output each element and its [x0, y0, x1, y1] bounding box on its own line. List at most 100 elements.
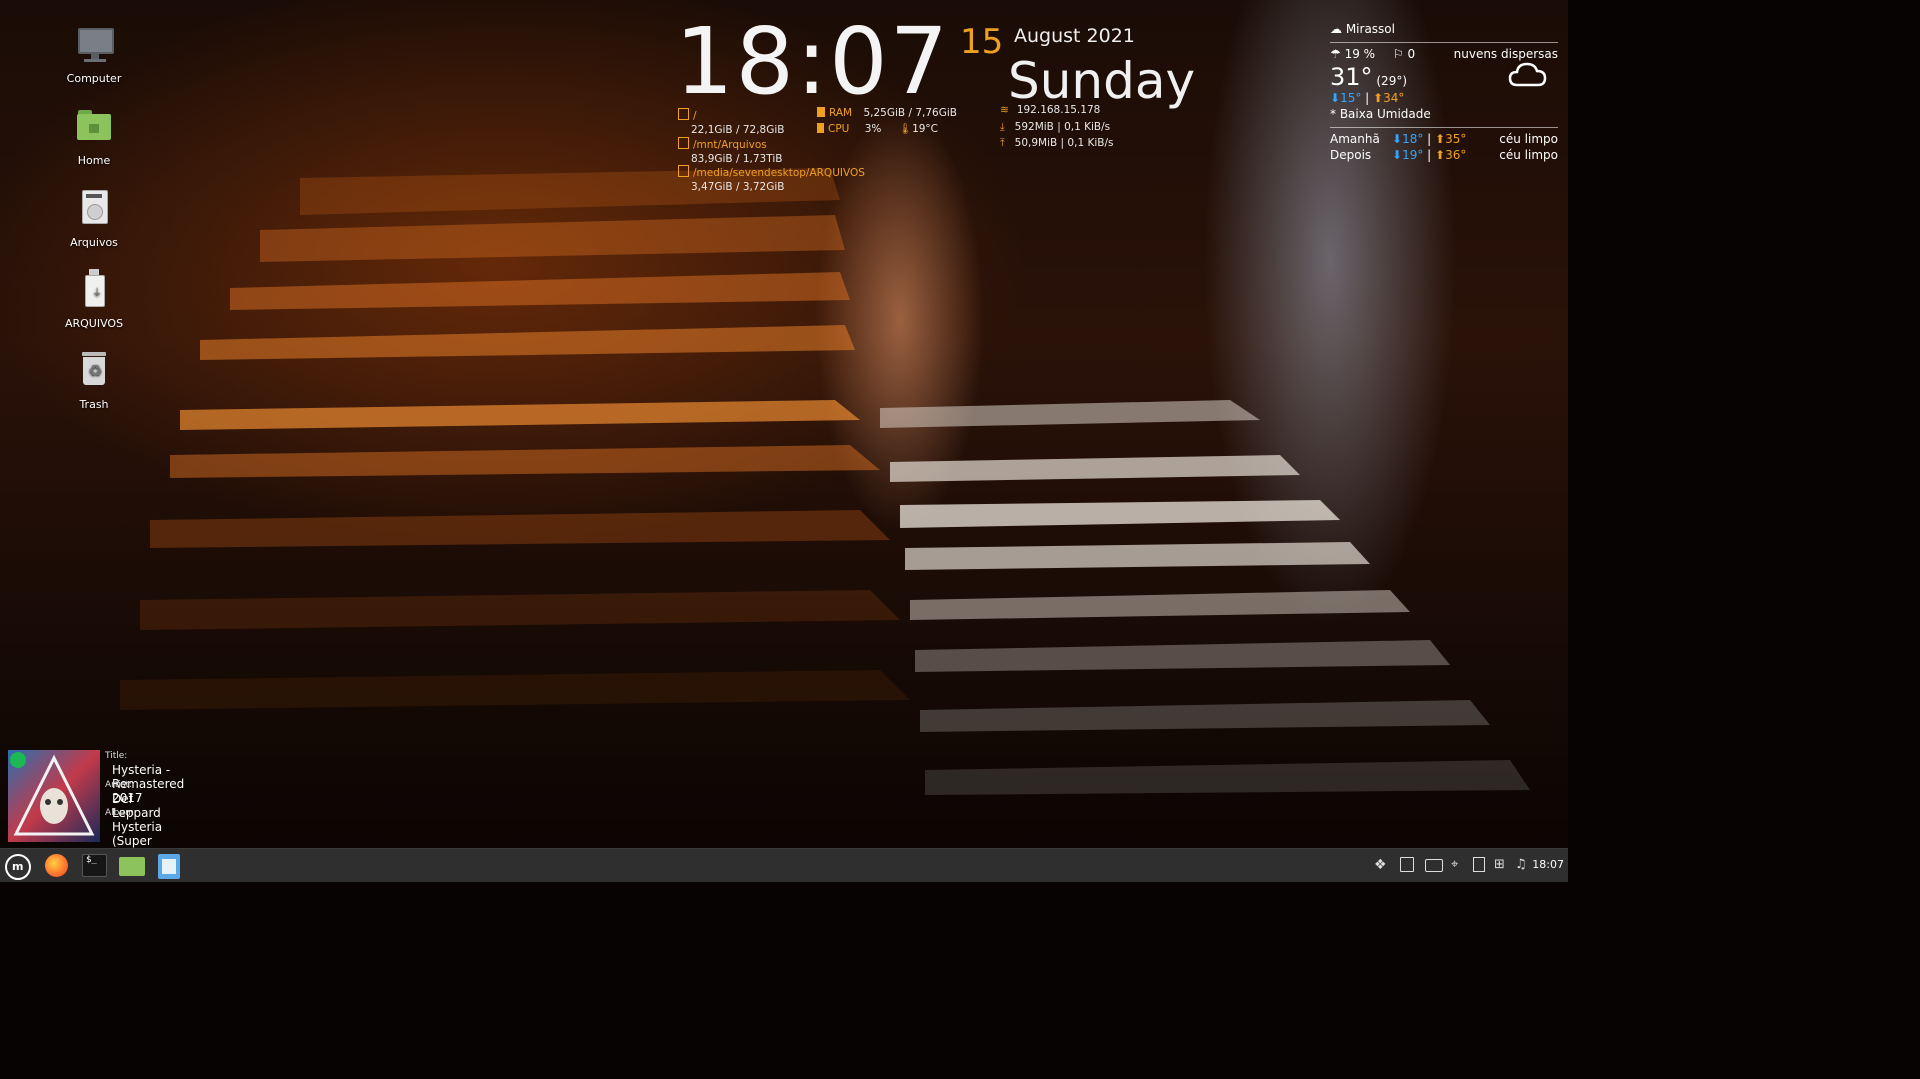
sound-icon[interactable]: ♫ [1515, 857, 1531, 873]
weather-note-row: * Baixa Umidade [1330, 107, 1558, 123]
display-icon[interactable] [1473, 857, 1489, 873]
weather-minmax-separator: | [1365, 91, 1370, 105]
forecast-row: Amanhã ⬇18° | ⬆35° céu limpo [1330, 132, 1558, 148]
max-arrow-icon: ⬆ [1373, 91, 1384, 105]
menu-icon: m [5, 854, 31, 880]
spotify-icon [10, 752, 26, 768]
disk-usage: 22,1GiB / 72,8GiB [691, 124, 785, 136]
terminal-icon: $_ [82, 854, 107, 877]
desktop-icon-label: ARQUIVOS [64, 317, 124, 330]
disk-media-arquivos: /media/sevendesktop/ARQUIVOS 3,47GiB / 3… [678, 165, 865, 194]
disk-path: /mnt/Arquivos [693, 139, 767, 151]
network-icon[interactable]: ⊞ [1494, 857, 1510, 873]
weather-feels-like: (29°) [1376, 74, 1408, 88]
album-art [8, 750, 100, 842]
weather-temp-row: 31° (29°) [1330, 62, 1558, 91]
music-title-label: Title: [105, 751, 128, 761]
weather-city-row: ☁ Mirassol [1330, 22, 1558, 38]
disk-usage: 3,47GiB / 3,72GiB [691, 181, 785, 193]
network-upload-row: ⤒ 50,9MiB | 0,1 KiB/s [1000, 136, 1113, 150]
disk-icon [678, 137, 689, 149]
clock-weekday: Sunday [1008, 52, 1196, 110]
desktop-icon-label: Home [77, 154, 111, 167]
wind-icon: ⚐ [1392, 47, 1404, 61]
forecast-day: Amanhã [1330, 132, 1380, 146]
max-arrow-icon: ⬆ [1435, 132, 1446, 146]
ram-row: RAM 5,25GiB / 7,76GiB [817, 106, 957, 120]
desktop-icon-arquivos-drive[interactable]: Arquivos [49, 188, 139, 249]
usb-drive-icon: ⏚ [72, 269, 116, 313]
forecast-separator: | [1427, 148, 1432, 162]
min-arrow-icon: ⬇ [1392, 132, 1403, 146]
ram-label: RAM [829, 107, 853, 119]
cpu-row: CPU 3% 🌡19°C [817, 122, 938, 136]
upload-value: 50,9MiB | 0,1 KiB/s [1014, 137, 1114, 149]
ram-icon [817, 107, 825, 117]
terminal-launcher[interactable]: $_ [80, 852, 110, 880]
cpu-label: CPU [828, 123, 850, 135]
cpu-value: 3% [864, 123, 882, 135]
disk-path: / [693, 110, 697, 122]
umbrella-icon: ☂ [1330, 47, 1341, 61]
forecast-min: 18° [1402, 132, 1424, 146]
clock-day-number: 15 [960, 22, 1004, 62]
divider [1330, 42, 1558, 43]
forecast-desc: céu limpo [1499, 148, 1558, 162]
ram-value: 5,25GiB / 7,76GiB [863, 107, 957, 119]
network-download-row: ⤓ 592MiB | 0,1 KiB/s [1000, 120, 1110, 134]
firefox-launcher[interactable] [42, 852, 72, 880]
dropbox-icon[interactable]: ❖ [1374, 857, 1390, 873]
desktop-icon-home[interactable]: Home [49, 106, 139, 167]
upload-icon: ⤒ [1000, 137, 1005, 149]
forecast-max: 36° [1445, 148, 1467, 162]
computer-icon [72, 24, 116, 68]
taskbar-clock[interactable]: 18:07 [1532, 858, 1564, 871]
clipboard-icon[interactable] [1400, 857, 1416, 873]
forecast-min: 19° [1402, 148, 1424, 162]
weather-note: * Baixa Umidade [1330, 107, 1431, 121]
download-icon: ⤓ [1000, 121, 1005, 133]
max-arrow-icon: ⬆ [1435, 148, 1446, 162]
forecast-separator: | [1427, 132, 1432, 146]
firefox-icon [45, 854, 68, 877]
forecast-day: Depois [1330, 148, 1372, 162]
min-arrow-icon: ⬇ [1330, 91, 1341, 105]
disk-root: / 22,1GiB / 72,8GiB [678, 108, 785, 137]
divider [1330, 127, 1558, 128]
desktop-icon-label: Trash [79, 398, 109, 411]
weather-wind: 0 [1407, 47, 1416, 61]
files-launcher[interactable] [117, 852, 147, 880]
text-editor-launcher[interactable] [155, 852, 185, 880]
hard-drive-icon [72, 188, 116, 232]
cpu-icon [817, 123, 824, 133]
weather-minmax-row: ⬇15° | ⬆34° [1330, 91, 1558, 107]
forecast-max: 35° [1445, 132, 1467, 146]
music-artist-label: Artist: [105, 780, 133, 790]
taskbar: m $_ ❖ ⌖ ⊞ ♫ 18:07 [0, 848, 1568, 882]
home-folder-icon [72, 106, 116, 150]
weather-temp: 31° [1330, 63, 1373, 91]
ip-address: 192.168.15.178 [1016, 104, 1101, 116]
weather-widget: ☁ Mirassol ☂ 19 % ⚐ 0 nuvens dispersas 3… [1330, 22, 1558, 164]
menu-button[interactable]: m [3, 852, 33, 880]
desktop-icon-label: Computer [66, 72, 122, 85]
disk-usage: 83,9GiB / 1,73TiB [691, 153, 783, 165]
desktop-icon-label: Arquivos [70, 236, 118, 249]
network-ip-row: ≋ 192.168.15.178 [1000, 103, 1100, 117]
text-editor-icon [158, 854, 180, 879]
forecast-row: Depois ⬇19° | ⬆36° céu limpo [1330, 148, 1558, 164]
disk-icon [678, 108, 689, 120]
weather-min: 15° [1340, 91, 1362, 105]
disk-icon [678, 165, 689, 177]
thermometer-icon: 🌡 [898, 123, 913, 135]
desktop-icon-computer[interactable]: Computer [49, 24, 139, 85]
location-icon[interactable]: ⌖ [1451, 857, 1467, 873]
download-value: 592MiB | 0,1 KiB/s [1014, 121, 1111, 133]
weather-max: 34° [1383, 91, 1405, 105]
disk-path: /media/sevendesktop/ARQUIVOS [693, 167, 865, 179]
clock-month-year: August 2021 [1014, 25, 1135, 47]
wifi-icon: ≋ [1000, 104, 1009, 116]
desktop-icon-usb-arquivos[interactable]: ⏚ ARQUIVOS [49, 269, 139, 330]
drive-tray-icon[interactable] [1425, 857, 1443, 873]
desktop-icon-trash[interactable]: ♻ Trash [49, 350, 139, 411]
